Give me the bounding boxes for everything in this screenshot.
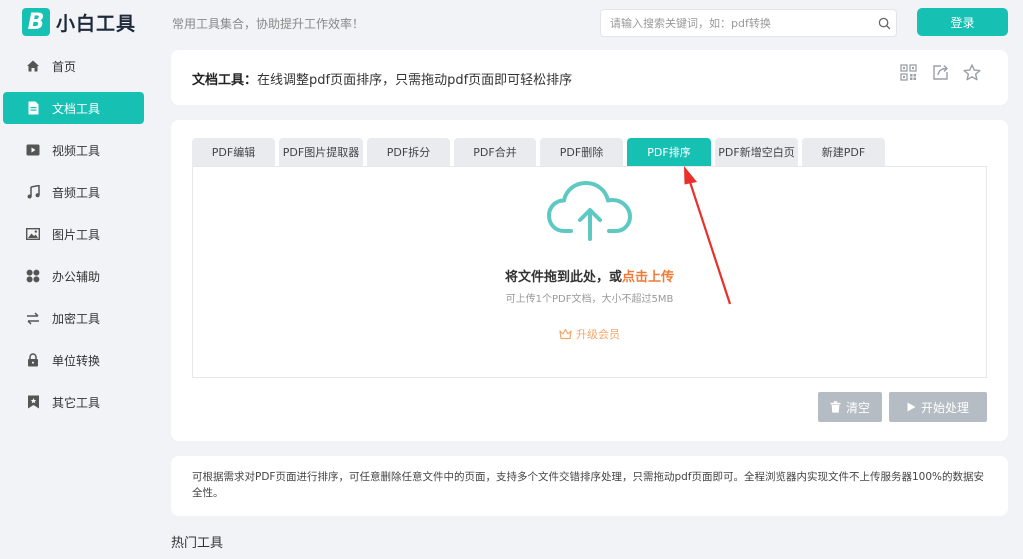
tool-card: PDF编辑 PDF图片提取器 PDF拆分 PDF合并 PDF删除 PDF排序 P… [171,120,1008,441]
play-icon [907,402,916,412]
sidebar-item-audio[interactable]: 音频工具 [3,176,144,208]
start-process-button[interactable]: 开始处理 [889,392,987,422]
sidebar-item-home[interactable]: 首页 [3,50,144,82]
sidebar-item-label: 视频工具 [52,143,101,158]
star-icon[interactable] [956,64,988,81]
upload-hint: 可上传1个PDF文档，大小不超过5MB [505,294,674,305]
logo-icon: B [22,8,50,36]
search-input[interactable] [601,16,872,30]
tab-pdf-edit[interactable]: PDF编辑 [192,138,275,166]
clear-button-label: 清空 [845,400,870,415]
page-title-category: 文档工具： [192,73,258,88]
tab-pdf-merge[interactable]: PDF合并 [454,138,536,166]
title-actions [892,64,988,81]
apps-icon [25,268,41,284]
tab-new-pdf[interactable]: 新建PDF [802,138,885,166]
sidebar-item-label: 其它工具 [52,395,101,410]
upgrade-vip-label: 升级会员 [576,328,620,341]
tool-description: 可根据需求对PDF页面进行排序，可任意删除任意文件中的页面，支持多个文件交错排序… [192,471,984,499]
start-process-label: 开始处理 [920,400,969,415]
hot-tools-heading: 热门工具 [171,536,224,551]
clear-button[interactable]: 清空 [818,392,882,422]
home-icon [25,58,41,74]
sidebar-item-label: 图片工具 [52,227,101,242]
sidebar-item-label: 文档工具 [52,101,101,116]
share-icon[interactable] [924,64,956,81]
tab-pdf-split[interactable]: PDF拆分 [367,138,450,166]
tab-pdf-delete[interactable]: PDF删除 [540,138,623,166]
upgrade-vip-link[interactable]: 升级会员 [193,326,986,342]
sidebar-item-document[interactable]: 文档工具 [3,92,144,124]
crown-icon [559,328,572,340]
sidebar-item-label: 音频工具 [52,185,101,200]
sidebar-item-label: 办公辅助 [52,269,101,284]
logo-text: 小白工具 [56,12,137,35]
tab-pdf-sort[interactable]: PDF排序 [627,138,711,166]
music-icon [25,184,41,200]
tab-pdf-image-extract[interactable]: PDF图片提取器 [279,138,363,166]
upload-title-text: 将文件拖到此处，或 [504,270,622,285]
tool-tabs: PDF编辑 PDF图片提取器 PDF拆分 PDF合并 PDF删除 PDF排序 P… [192,138,889,166]
search-icon[interactable] [872,17,896,30]
video-icon [25,142,41,158]
sidebar: 首页 文档工具 视频工具 音频工具 图片工具 办公辅助 加密工具 单位转换 其它… [0,50,160,428]
sidebar-item-unit-convert[interactable]: 单位转换 [3,344,144,376]
sidebar-item-label: 首页 [52,59,77,74]
sidebar-item-encrypt[interactable]: 加密工具 [3,302,144,334]
cloud-upload-icon [547,181,632,241]
sidebar-item-label: 加密工具 [52,311,101,326]
document-icon [25,100,41,116]
title-card: 文档工具：在线调整pdf页面排序，只需拖动pdf页面即可轻松排序 [171,50,1008,105]
description-card: 可根据需求对PDF页面进行排序，可任意删除任意文件中的页面，支持多个文件交错排序… [171,456,1008,516]
page-title: 文档工具：在线调整pdf页面排序，只需拖动pdf页面即可轻松排序 [192,69,572,88]
sidebar-item-office[interactable]: 办公辅助 [3,260,144,292]
login-button[interactable]: 登录 [917,8,1008,36]
bookmark-icon [25,394,41,410]
tab-pdf-add-blank[interactable]: PDF新增空白页 [715,138,798,166]
lock-icon [25,352,41,368]
encrypt-icon [25,310,41,326]
sidebar-item-label: 单位转换 [52,353,101,368]
sidebar-item-image[interactable]: 图片工具 [3,218,144,250]
click-upload-link[interactable]: 点击上传 [622,270,674,285]
sidebar-item-other[interactable]: 其它工具 [3,386,144,418]
logo[interactable]: B 小白工具 [22,8,136,36]
trash-icon [830,401,841,413]
page-title-description: 在线调整pdf页面排序，只需拖动pdf页面即可轻松排序 [257,73,573,88]
image-icon [25,226,41,242]
upload-title: 将文件拖到此处，或点击上传 [193,266,986,285]
sidebar-item-video[interactable]: 视频工具 [3,134,144,166]
qrcode-icon[interactable] [892,64,924,81]
slogan: 常用工具集合，协助提升工作效率！ [172,17,365,31]
search-box [600,9,897,37]
upload-dropzone[interactable]: 将文件拖到此处，或点击上传 可上传1个PDF文档，大小不超过5MB 升级会员 [192,166,987,378]
